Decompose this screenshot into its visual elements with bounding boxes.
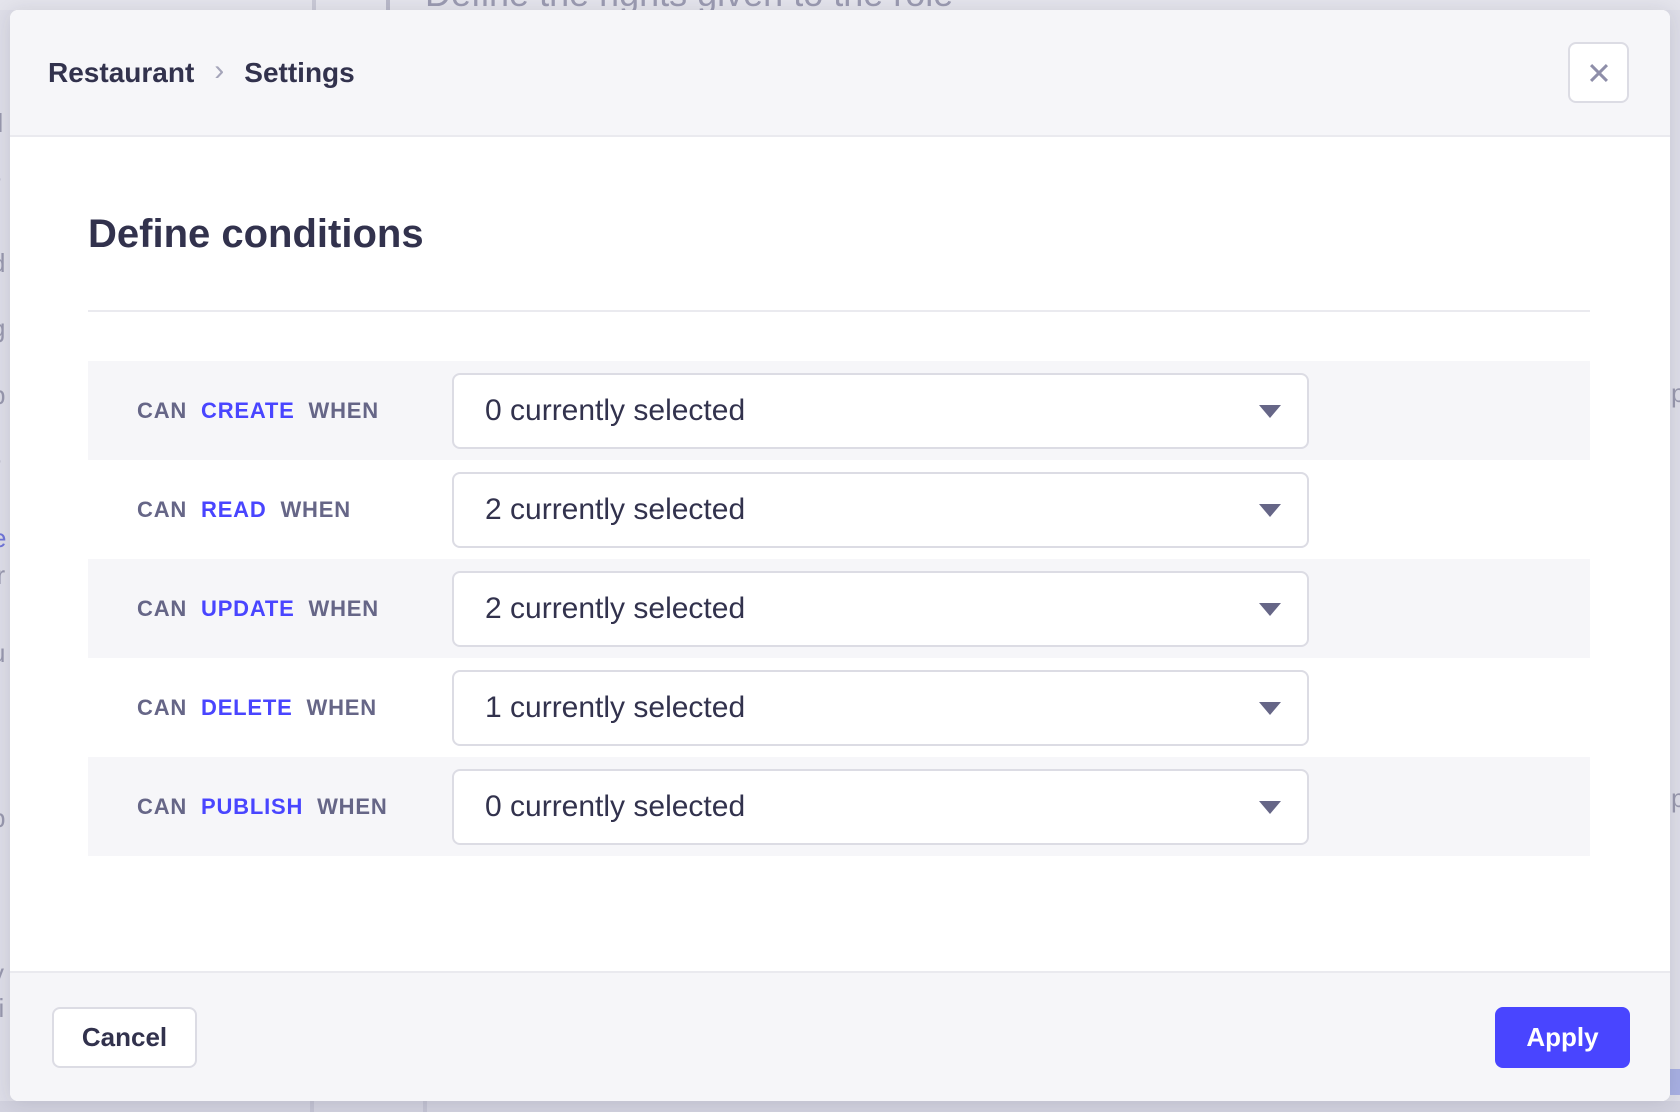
permission-label: CAN UPDATE WHEN (137, 596, 379, 622)
title-divider (88, 310, 1590, 312)
backdrop-table-line (386, 0, 390, 10)
backdrop-text-fragment: ai (0, 993, 4, 1024)
label-prefix: CAN (137, 497, 187, 522)
label-prefix: CAN (137, 398, 187, 423)
permission-rows: CAN CREATE WHEN 0 currently selected CAN… (88, 361, 1590, 856)
backdrop-right: p p (1670, 10, 1680, 1101)
conditions-select-update[interactable]: 2 currently selected (452, 571, 1309, 647)
backdrop-text-fragment: p (1671, 783, 1680, 814)
backdrop-text-fragment: p (0, 803, 5, 834)
label-suffix: WHEN (280, 497, 350, 522)
backdrop-table-line (312, 0, 316, 10)
x-icon (1585, 59, 1613, 87)
label-action: CREATE (201, 398, 295, 423)
backdrop-top: Define the rights given to the role (0, 0, 1680, 10)
backdrop-text-fragment: p (0, 380, 5, 411)
chevron-right-icon: › (214, 56, 224, 90)
breadcrumb-page: Settings (244, 57, 354, 89)
backdrop-page-subtitle: Define the rights given to the role (425, 0, 953, 10)
conditions-select-delete[interactable]: 1 currently selected (452, 670, 1309, 746)
backdrop-text-fragment: er (0, 560, 5, 591)
permission-label: CAN PUBLISH WHEN (137, 794, 388, 820)
label-action: DELETE (201, 695, 293, 720)
label-suffix: WHEN (309, 596, 379, 621)
label-prefix: CAN (137, 794, 187, 819)
backdrop-text-fragment: v (0, 958, 4, 989)
chevron-down-icon (1259, 801, 1281, 814)
backdrop-text-fragment: e (0, 523, 6, 554)
close-button[interactable] (1568, 42, 1629, 103)
modal-header: Restaurant › Settings (10, 10, 1670, 137)
backdrop-text-fragment: p (1671, 378, 1680, 409)
select-value: 2 currently selected (485, 493, 745, 527)
row-can-update: CAN UPDATE WHEN 2 currently selected (88, 559, 1590, 658)
select-value: 2 currently selected (485, 592, 745, 626)
select-value: 0 currently selected (485, 790, 745, 824)
backdrop-text-fragment: d (0, 248, 5, 279)
label-action: PUBLISH (201, 794, 303, 819)
conditions-select-read[interactable]: 2 currently selected (452, 472, 1309, 548)
select-value: 1 currently selected (485, 691, 745, 725)
backdrop-text-fragment: r (0, 168, 1, 199)
conditions-select-create[interactable]: 0 currently selected (452, 373, 1309, 449)
row-can-read: CAN READ WHEN 2 currently selected (88, 460, 1590, 559)
select-value: 0 currently selected (485, 394, 745, 428)
row-can-delete: CAN DELETE WHEN 1 currently selected (88, 658, 1590, 757)
chevron-down-icon (1259, 504, 1281, 517)
apply-button[interactable]: Apply (1495, 1007, 1630, 1068)
label-prefix: CAN (137, 695, 187, 720)
cancel-button[interactable]: Cancel (52, 1007, 197, 1068)
backdrop-text-fragment: u (0, 638, 5, 669)
breadcrumb: Restaurant › Settings (48, 56, 355, 90)
backdrop-blue-fragment (1670, 1069, 1680, 1095)
row-can-publish: CAN PUBLISH WHEN 0 currently selected (88, 757, 1590, 856)
label-prefix: CAN (137, 596, 187, 621)
backdrop-text-fragment: ti (0, 733, 1, 764)
modal-title: Define conditions (88, 212, 424, 257)
chevron-down-icon (1259, 702, 1281, 715)
row-can-create: CAN CREATE WHEN 0 currently selected (88, 361, 1590, 460)
chevron-down-icon (1259, 405, 1281, 418)
permission-label: CAN CREATE WHEN (137, 398, 379, 424)
backdrop-text-fragment: r (0, 450, 1, 481)
backdrop-left: ol r d g p r e er u ti p v ai (0, 10, 10, 1101)
backdrop-text-fragment: ol (0, 108, 3, 139)
label-action: UPDATE (201, 596, 295, 621)
modal-footer: Cancel Apply (10, 971, 1670, 1101)
label-action: READ (201, 497, 267, 522)
label-suffix: WHEN (317, 794, 387, 819)
chevron-down-icon (1259, 603, 1281, 616)
backdrop-table-line (310, 1101, 314, 1112)
permission-label: CAN READ WHEN (137, 497, 351, 523)
backdrop-bottom (0, 1101, 1680, 1112)
label-suffix: WHEN (307, 695, 377, 720)
label-suffix: WHEN (309, 398, 379, 423)
breadcrumb-section: Restaurant (48, 57, 194, 89)
permission-label: CAN DELETE WHEN (137, 695, 377, 721)
backdrop-text-fragment: g (0, 313, 5, 344)
conditions-select-publish[interactable]: 0 currently selected (452, 769, 1309, 845)
define-conditions-modal: Restaurant › Settings Define conditions … (10, 10, 1670, 1101)
backdrop-table-line (423, 1101, 427, 1112)
